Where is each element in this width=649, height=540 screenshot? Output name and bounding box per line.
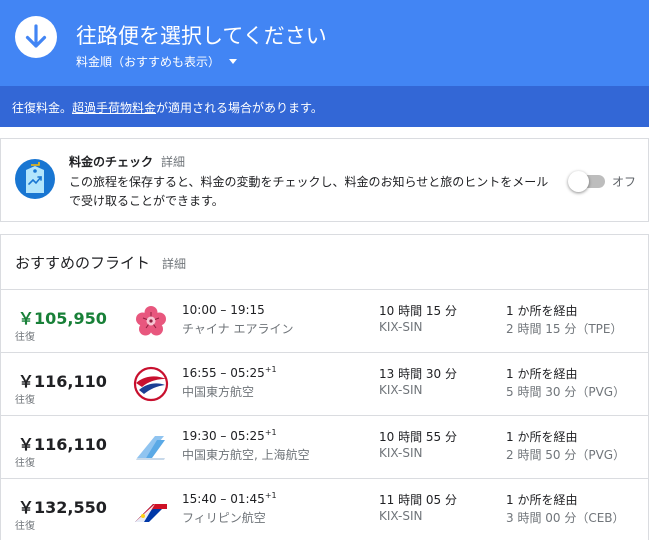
fare-notice-bar: 往復料金。超過手荷物料金が適用される場合があります。 [0,86,649,127]
trip-type-label: 往復 [15,332,35,343]
airline-name: 中国東方航空, 上海航空 [182,448,310,462]
recommended-flights-title: おすすめのフライト [15,254,151,272]
recommended-flights-detail-link[interactable]: 詳細 [162,257,186,271]
depart-time: 16:55 [182,366,217,380]
airline-name: フィリピン航空 [182,511,266,525]
arrive-time: 05:25 [230,429,265,443]
trip-type-label: 往復 [15,395,35,406]
sort-dropdown[interactable]: 料金順（おすすめも表示） [76,53,238,70]
depart-time: 15:40 [182,492,217,506]
caret-down-icon [229,59,238,64]
trip-type-label: 往復 [15,521,35,532]
price-tracking-description: この旅程を保存すると、料金の変動をチェックし、料金のお知らせと旅のヒントをメール… [69,175,549,208]
toggle-state-label: オフ [612,175,637,189]
flight-route: KIX-SIN [379,446,423,460]
flight-times: 10:00 – 19:15 [182,303,265,317]
sort-label: 料金順（おすすめも表示） [76,55,221,69]
recommended-flights-heading: おすすめのフライト 詳細 [15,252,186,273]
notice-suffix: が適用される場合があります。 [156,101,323,115]
depart-time: 10:00 [182,303,217,317]
day-offset: +1 [264,365,277,374]
flight-layover: 5 時間 30 分（PVG） [506,385,626,399]
china-eastern-logo-icon [133,366,169,402]
recommended-flights-section: おすすめのフライト 詳細 ￥105,950 往復 10:00 – 19:15 チ… [0,234,649,540]
toggle-knob [568,171,589,192]
flight-stops: 1 か所を経由 [506,304,578,318]
airline-name: 中国東方航空 [182,385,255,399]
flight-row[interactable]: ￥132,550 往復 15:40 – 01:45+1 フィリピン航空 11 時… [1,478,648,540]
flight-row[interactable]: ￥116,110 往復 16:55 – 05:25+1 中国東方航空 13 時間… [1,352,648,415]
day-offset: +1 [264,491,277,500]
price-tracking-title-text: 料金のチェック [69,155,154,169]
notice-prefix: 往復料金。 [12,101,73,115]
flight-route: KIX-SIN [379,509,423,523]
arrive-time: 01:45 [230,492,265,506]
flight-price: ￥105,950 [18,309,107,328]
flight-duration: 13 時間 30 分 [379,367,457,381]
flight-stops: 1 か所を経由 [506,430,578,444]
flight-duration: 11 時間 05 分 [379,493,457,507]
fare-notice-text: 往復料金。超過手荷物料金が適用される場合があります。 [12,99,323,116]
page-title: 往路便を選択してください [76,24,327,48]
flight-row[interactable]: ￥116,110 往復 19:30 – 05:25+1 中国東方航空, 上海航空… [1,415,648,478]
flight-times: 16:55 – 05:25+1 [182,365,277,380]
flight-times: 15:40 – 01:45+1 [182,491,277,506]
flight-route: KIX-SIN [379,383,423,397]
depart-time: 19:30 [182,429,217,443]
flight-duration: 10 時間 55 分 [379,430,457,444]
flight-times: 19:30 – 05:25+1 [182,428,277,443]
philippine-airlines-logo-icon [133,492,169,528]
price-tracking-title: 料金のチェック 詳細 [69,153,185,170]
baggage-fee-link[interactable]: 超過手荷物料金 [72,101,156,115]
flight-layover: 2 時間 15 分（TPE） [506,322,623,336]
price-tracking-card: 料金のチェック 詳細 この旅程を保存すると、料金の変動をチェックし、料金のお知らせ… [0,138,649,222]
flight-stops: 1 か所を経由 [506,367,578,381]
flight-route: KIX-SIN [379,320,423,334]
airline-wing-icon [133,429,169,465]
flight-stops: 1 か所を経由 [506,493,578,507]
arrive-time: 19:15 [230,303,265,317]
china-airlines-logo-icon [133,303,169,339]
flight-row[interactable]: ￥105,950 往復 10:00 – 19:15 チャイナ エアライン 10 … [1,289,648,352]
day-offset: +1 [264,428,277,437]
flight-price: ￥116,110 [18,435,107,454]
flight-layover: 3 時間 00 分（CEB） [506,511,625,525]
results-header: 往路便を選択してください 料金順（おすすめも表示） [0,0,649,86]
airline-name: チャイナ エアライン [182,322,294,336]
price-tracking-detail-link[interactable]: 詳細 [161,155,185,169]
flight-price: ￥116,110 [18,372,107,391]
price-tag-icon [15,159,55,203]
flight-duration: 10 時間 15 分 [379,304,457,318]
arrow-down-icon [15,16,57,58]
arrive-time: 05:25 [230,366,265,380]
trip-type-label: 往復 [15,458,35,469]
flight-layover: 2 時間 50 分（PVG） [506,448,626,462]
flight-price: ￥132,550 [18,498,107,517]
